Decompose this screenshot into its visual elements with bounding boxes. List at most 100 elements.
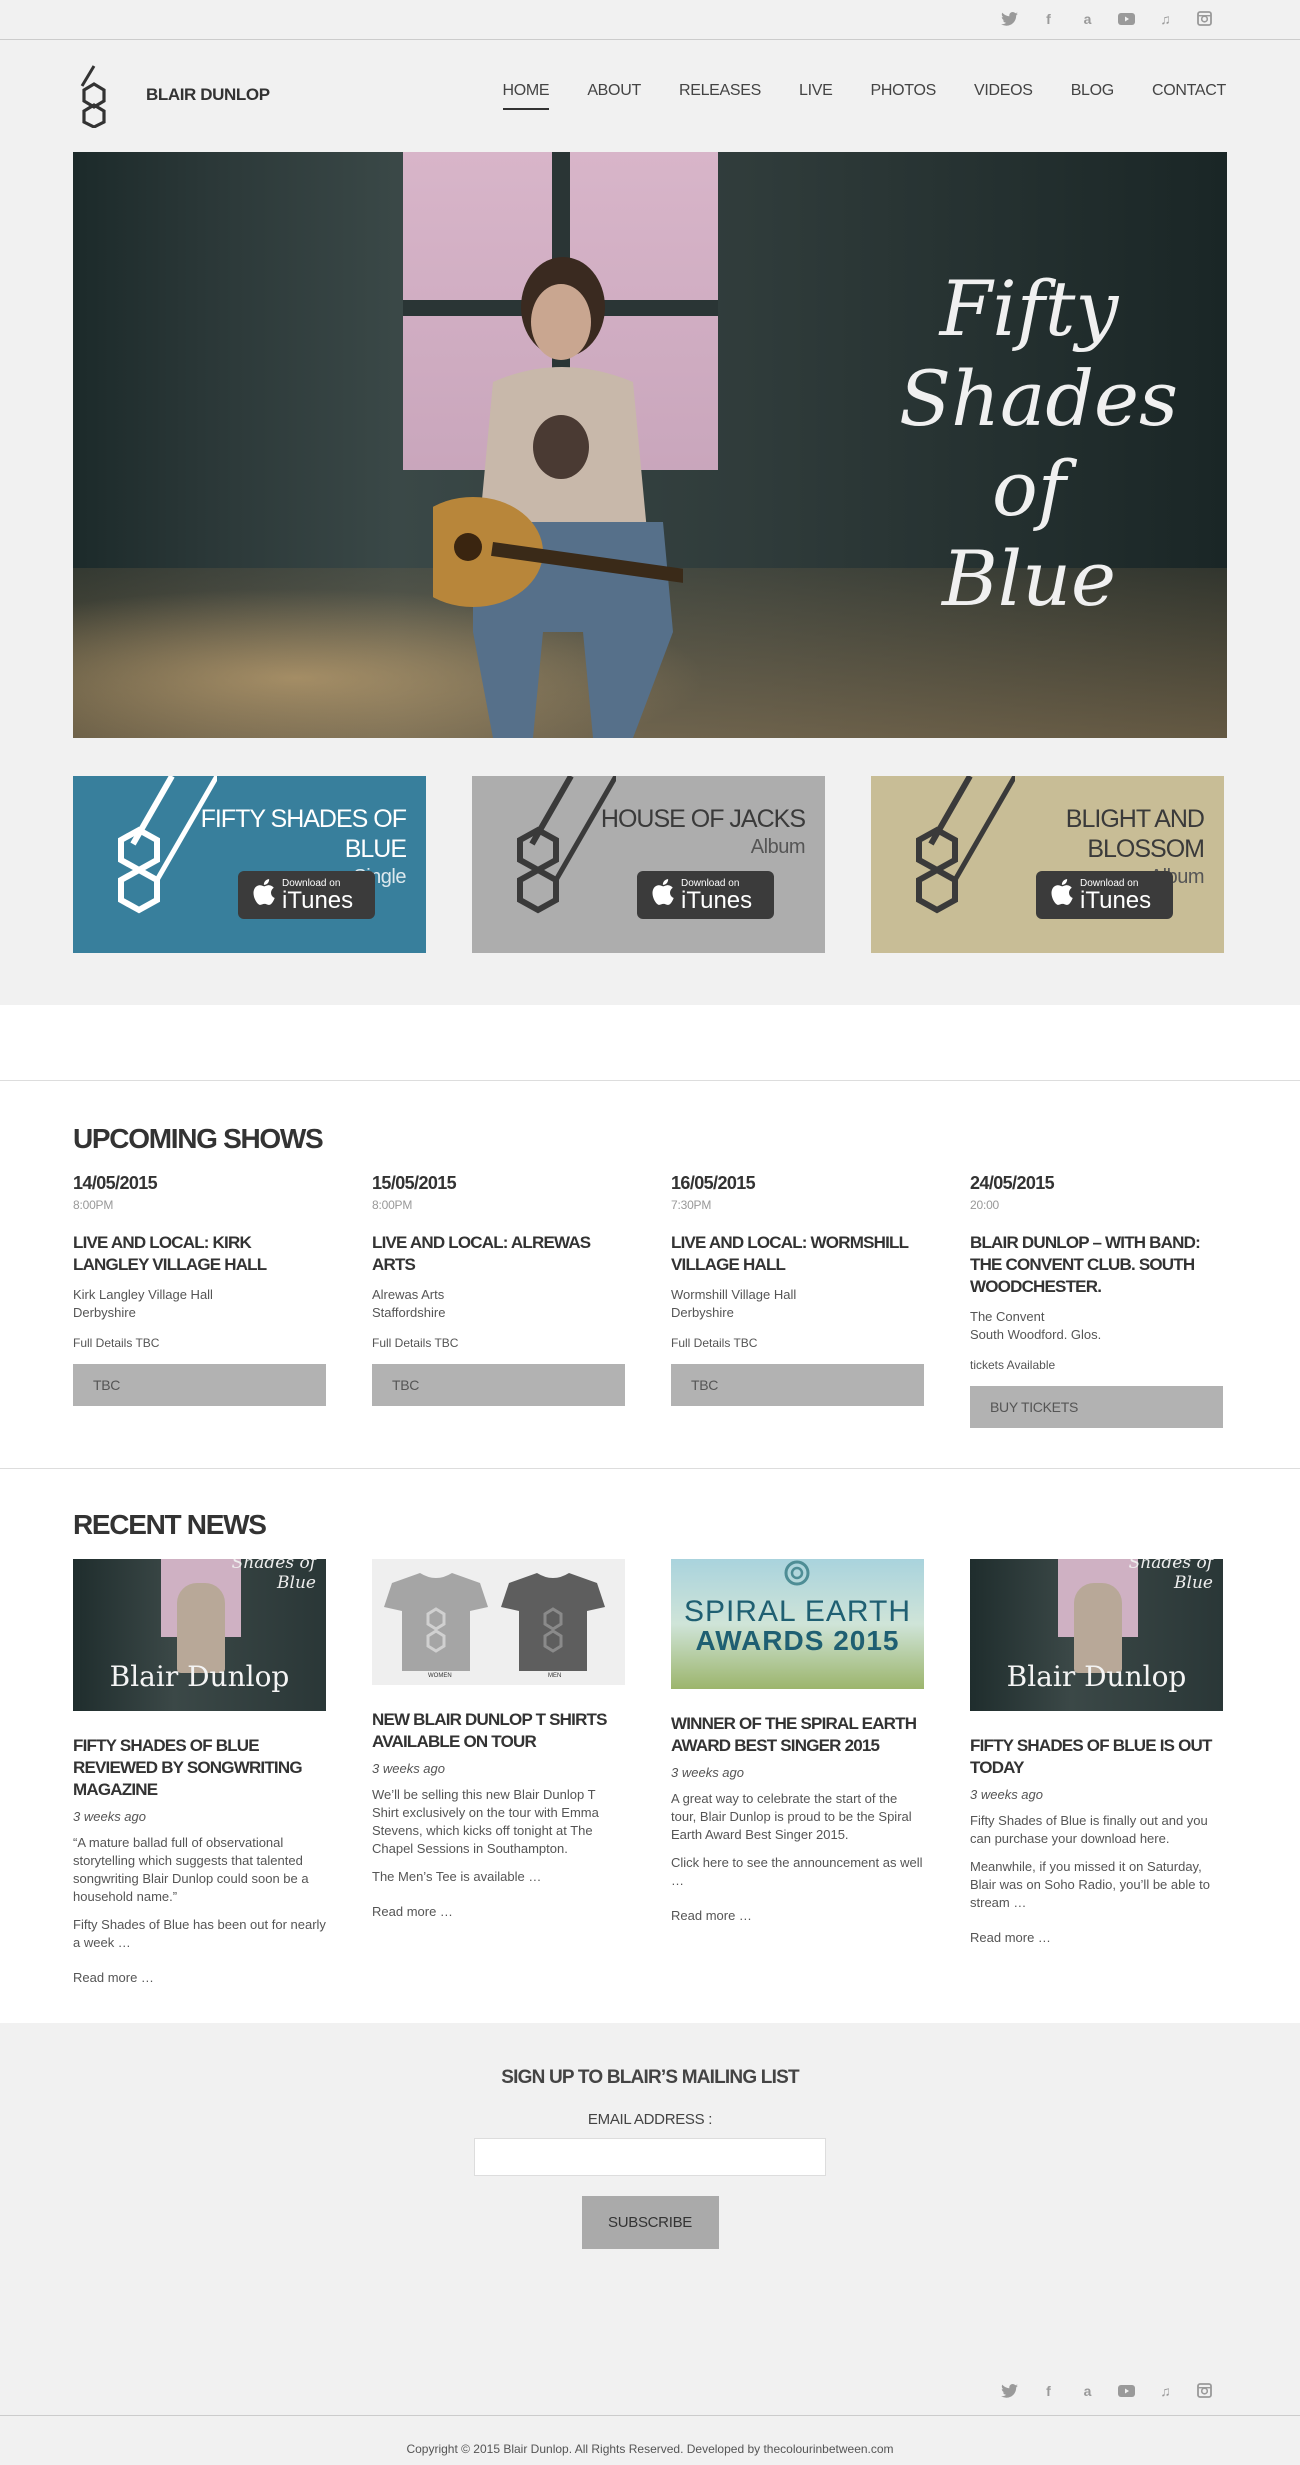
show-item: 24/05/2015 20:00 BLAIR DUNLOP – WITH BAN… [970, 1173, 1223, 1428]
subscribe-button[interactable]: SUBSCRIBE [581, 2196, 719, 2249]
show-title[interactable]: LIVE AND LOCAL: WORMSHILL VILLAGE HALL [671, 1232, 924, 1276]
main-nav: HOME ABOUT RELEASES LIVE PHOTOS VIDEOS B… [502, 82, 1226, 110]
recent-news-section: RECENT NEWS Shades of Blue Blair Dunlop … [0, 1469, 1300, 2023]
thumb-subtitle: Shades of Blue [1128, 1559, 1213, 1593]
news-post: Shades of Blue Blair Dunlop FIFTY SHADES… [73, 1559, 326, 1985]
show-ticket-button[interactable]: BUY TICKETS [970, 1386, 1223, 1428]
twitter-icon[interactable] [1000, 2381, 1019, 2400]
read-more-link[interactable]: Read more … [671, 1908, 924, 1923]
show-date: 24/05/2015 [970, 1173, 1055, 1193]
music-icon[interactable]: ♫ [1156, 2381, 1175, 2400]
section-heading: UPCOMING SHOWS [73, 1123, 324, 1154]
show-details: Full Details TBC [372, 1336, 459, 1350]
section-heading: RECENT NEWS [73, 1509, 267, 1540]
show-ticket-button[interactable]: TBC [671, 1364, 924, 1406]
site-header: BLAIR DUNLOP HOME ABOUT RELEASES LIVE PH… [0, 40, 1300, 152]
show-venue-line: South Woodford. Glos. [970, 1327, 1102, 1342]
show-venue-line: Derbyshire [73, 1305, 136, 1320]
instagram-icon[interactable] [1195, 9, 1214, 28]
show-venue-line: Staffordshire [372, 1305, 446, 1320]
upcoming-shows-section: UPCOMING SHOWS 14/05/2015 8:00PM LIVE AN… [0, 1081, 1300, 1469]
email-label: EMAIL ADDRESS : [587, 2111, 713, 2128]
news-excerpt: The Men’s Tee is available … [372, 1869, 542, 1884]
site-name[interactable]: BLAIR DUNLOP [146, 85, 270, 105]
nav-videos[interactable]: VIDEOS [974, 82, 1033, 110]
amazon-icon[interactable]: a [1078, 9, 1097, 28]
show-time: 7:30PM [671, 1198, 712, 1212]
show-time: 20:00 [970, 1198, 1000, 1212]
hero-banner[interactable]: Fifty Shades of Blue [73, 152, 1227, 738]
show-venue-line: Derbyshire [671, 1305, 734, 1320]
email-field[interactable] [474, 2138, 826, 2176]
show-venue: The Convent South Woodford. Glos. [970, 1308, 1223, 1344]
show-venue: Alrewas Arts Staffordshire [372, 1286, 625, 1322]
show-date: 14/05/2015 [73, 1173, 158, 1193]
itunes-badge[interactable]: Download on iTunes [637, 871, 774, 919]
news-title[interactable]: FIFTY SHADES OF BLUE REVIEWED BY SONGWRI… [73, 1735, 326, 1801]
section-divider [0, 1005, 1300, 1081]
facebook-icon[interactable]: f [1039, 2381, 1058, 2400]
show-title[interactable]: BLAIR DUNLOP – WITH BAND: THE CONVENT CL… [970, 1232, 1223, 1298]
show-ticket-button[interactable]: TBC [372, 1364, 625, 1406]
news-title[interactable]: NEW BLAIR DUNLOP T SHIRTS AVAILABLE ON T… [372, 1709, 625, 1753]
itunes-badge[interactable]: Download on iTunes [238, 871, 375, 919]
thumb-line-2: AWARDS 2015 [695, 1625, 900, 1656]
show-ticket-button[interactable]: TBC [73, 1364, 326, 1406]
nav-about[interactable]: ABOUT [587, 82, 641, 110]
read-more-link[interactable]: Read more … [970, 1930, 1223, 1945]
news-excerpt: A great way to celebrate the start of th… [671, 1791, 912, 1842]
nav-photos[interactable]: PHOTOS [871, 82, 937, 110]
shows-list: 14/05/2015 8:00PM LIVE AND LOCAL: KIRK L… [73, 1173, 1227, 1428]
music-icon[interactable]: ♫ [1156, 9, 1175, 28]
logo-icon[interactable] [74, 64, 114, 128]
show-details: Full Details TBC [671, 1336, 758, 1350]
apple-icon [645, 878, 681, 912]
top-social-bar: f a ♫ [0, 0, 1300, 40]
nav-live[interactable]: LIVE [799, 82, 833, 110]
show-title[interactable]: LIVE AND LOCAL: KIRK LANGLEY VILLAGE HAL… [73, 1232, 326, 1276]
logo-icon [517, 776, 616, 914]
release-title: BLIGHT AND BLOSSOM [1065, 805, 1205, 863]
release-card-house-of-jacks[interactable]: HOUSE OF JACKS Album Download on iTunes [472, 776, 825, 953]
show-title[interactable]: LIVE AND LOCAL: ALREWAS ARTS [372, 1232, 625, 1276]
social-links: f a ♫ [1000, 9, 1214, 28]
news-excerpt: Fifty Shades of Blue has been out for ne… [73, 1917, 326, 1950]
mailing-list-heading: SIGN UP TO BLAIR’S MAILING LIST [501, 2067, 799, 2088]
amazon-icon[interactable]: a [1078, 2381, 1097, 2400]
twitter-icon[interactable] [1000, 9, 1019, 28]
itunes-label: iTunes [681, 886, 753, 914]
news-title[interactable]: FIFTY SHADES OF BLUE IS OUT TODAY [970, 1735, 1223, 1779]
thumb-subtitle: Shades of Blue [231, 1559, 316, 1593]
release-card-blight-and-blossom[interactable]: BLIGHT AND BLOSSOM Album Download on iTu… [871, 776, 1224, 953]
youtube-icon[interactable] [1117, 9, 1136, 28]
thumb-label-men: MEN [548, 1673, 562, 1679]
release-card-fifty-shades[interactable]: FIFTY SHADES OF BLUE Single Download on … [73, 776, 426, 953]
news-thumbnail[interactable]: Shades of Blue Blair Dunlop [970, 1559, 1223, 1711]
read-more-link[interactable]: Read more … [73, 1970, 326, 1985]
show-venue-line: Kirk Langley Village Hall [73, 1287, 213, 1302]
news-thumbnail[interactable]: WOMEN MEN [372, 1559, 625, 1685]
facebook-icon[interactable]: f [1039, 9, 1058, 28]
itunes-label: iTunes [1080, 886, 1152, 914]
mailing-list-section: SIGN UP TO BLAIR’S MAILING LIST EMAIL AD… [0, 2023, 1300, 2367]
read-more-link[interactable]: Read more … [372, 1904, 625, 1919]
instagram-icon[interactable] [1195, 2381, 1214, 2400]
nav-home[interactable]: HOME [502, 82, 550, 110]
news-excerpt: Fifty Shades of Blue is finally out and … [970, 1813, 1208, 1846]
news-title[interactable]: WINNER OF THE SPIRAL EARTH AWARD BEST SI… [671, 1713, 924, 1757]
news-excerpt: Meanwhile, if you missed it on Saturday,… [970, 1859, 1210, 1910]
news-thumbnail[interactable]: SPIRAL EARTH AWARDS 2015 [671, 1559, 924, 1689]
news-excerpt: We’ll be selling this new Blair Dunlop T… [372, 1787, 599, 1856]
itunes-badge[interactable]: Download on iTunes [1036, 871, 1173, 919]
releases-row: FIFTY SHADES OF BLUE Single Download on … [73, 776, 1227, 953]
release-title: HOUSE OF JACKS [600, 805, 806, 833]
news-thumbnail[interactable]: Shades of Blue Blair Dunlop [73, 1559, 326, 1711]
youtube-icon[interactable] [1117, 2381, 1136, 2400]
news-excerpt: “A mature ballad full of observational s… [73, 1835, 309, 1904]
show-item: 15/05/2015 8:00PM LIVE AND LOCAL: ALREWA… [372, 1173, 625, 1428]
news-post: WOMEN MEN NEW BLAIR DUNLOP T SHIRTS AVAI… [372, 1559, 625, 1985]
nav-blog[interactable]: BLOG [1071, 82, 1115, 110]
nav-contact[interactable]: CONTACT [1152, 82, 1226, 110]
thumb-line-1: SPIRAL EARTH [683, 1595, 912, 1628]
nav-releases[interactable]: RELEASES [679, 82, 761, 110]
